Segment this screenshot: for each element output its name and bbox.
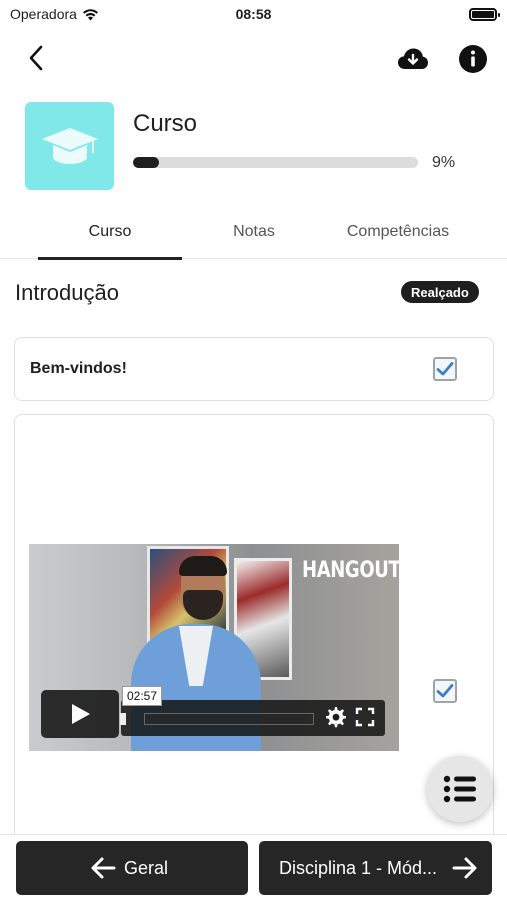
chevron-left-icon [29,45,43,71]
list-icon [443,775,476,803]
back-button[interactable] [18,38,54,78]
tab-notas[interactable]: Notas [182,205,326,259]
battery-icon [469,8,500,21]
completion-checkbox[interactable] [433,679,457,703]
video-time: 02:57 [122,686,163,706]
progress-percentage: 9% [432,154,456,171]
course-title: Curso [133,110,198,137]
checkmark-icon [436,362,454,376]
video-overlay-text: HANGOUT [302,558,399,583]
next-section-label: Disciplina 1 - Mód... [279,857,438,878]
video-settings-button[interactable] [325,706,347,733]
fullscreen-icon [355,707,375,727]
checkmark-icon [436,684,454,698]
course-tabs: Curso Notas Competências [0,205,507,260]
previous-section-button[interactable]: Geral [16,841,248,895]
progress-fill [133,157,159,168]
info-icon [459,45,487,73]
graduation-cap-icon [41,128,98,164]
highlighted-badge: Realçado [401,281,479,303]
bottom-navigation: Geral Disciplina 1 - Mód... [0,834,507,900]
video-player[interactable]: HANGOUT 02:57 [29,544,399,751]
activity-label: Bem-vindos! [30,360,127,377]
tab-competencias[interactable]: Competências [326,205,470,259]
play-button[interactable] [41,690,119,738]
info-button[interactable] [456,42,490,76]
arrow-right-icon [452,857,477,879]
arrow-left-icon [91,857,116,879]
course-index-button[interactable] [427,756,493,822]
gear-icon [326,707,346,728]
video-scrubber[interactable] [144,713,314,725]
course-thumbnail [25,102,114,190]
fullscreen-button[interactable] [355,707,375,732]
previous-section-label: Geral [124,857,169,878]
cloud-download-icon [398,48,428,69]
status-bar: Operadora 08:58 [0,0,507,30]
tab-curso[interactable]: Curso [38,205,182,260]
next-section-button[interactable]: Disciplina 1 - Mód... [259,841,492,895]
completion-checkbox[interactable] [433,357,457,381]
section-title: Introdução [15,280,119,305]
download-button[interactable] [396,42,430,76]
course-progress-bar [133,157,418,168]
play-icon [72,704,90,724]
activity-welcome[interactable]: Bem-vindos! [14,337,494,401]
clock: 08:58 [235,6,272,22]
activity-video: HANGOUT 02:57 [14,414,494,854]
